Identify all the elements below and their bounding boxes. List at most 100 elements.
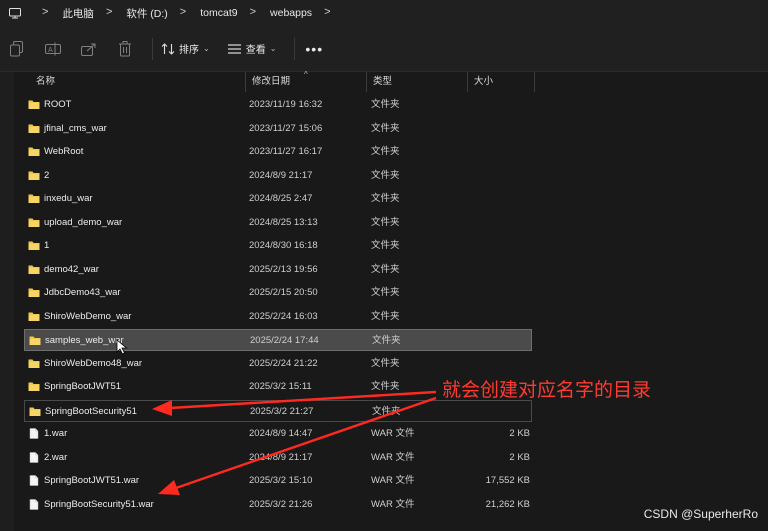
file-date: 2025/2/24 21:22	[249, 357, 318, 369]
file-date: 2025/2/15 20:50	[249, 287, 318, 298]
file-row[interactable]: 1.war 2024/8/9 14:47 WAR 文件 2 KB	[24, 423, 532, 445]
toolbar-divider	[152, 37, 153, 60]
folder-row[interactable]: ROOT 2023/11/19 16:32 文件夹	[24, 94, 532, 116]
file-type: 文件夹	[372, 405, 401, 417]
more-options-button[interactable]: •••	[305, 41, 323, 57]
file-name: upload_demo_war	[44, 216, 123, 228]
file-type: WAR 文件	[371, 498, 415, 510]
folder-row[interactable]: jfinal_cms_war 2023/11/27 15:06 文件夹	[24, 118, 532, 140]
file-date: 2023/11/27 16:17	[249, 146, 323, 157]
folder-row[interactable]: ShiroWebDemo_war 2025/2/24 16:03 文件夹	[24, 306, 532, 328]
file-date: 2023/11/19 16:32	[249, 99, 323, 110]
file-date: 2025/3/2 15:10	[249, 475, 313, 486]
breadcrumb-webapps[interactable]: webapps	[270, 7, 312, 19]
file-row[interactable]: SpringBootJWT51.war 2025/3/2 15:10 WAR 文件 1…	[24, 470, 532, 492]
file-date: 2024/8/9 14:47	[249, 428, 313, 439]
file-type: 文件夹	[371, 122, 400, 134]
file-type: 文件夹	[371, 310, 400, 322]
folder-icon	[28, 100, 40, 109]
file-date: 2024/8/25 13:13	[249, 216, 318, 228]
folder-row[interactable]: ShiroWebDemo48_war 2025/2/24 21:22 文件夹	[24, 353, 532, 375]
folder-row[interactable]: inxedu_war 2024/8/25 2:47 文件夹	[24, 188, 532, 210]
share-icon[interactable]	[80, 40, 98, 58]
folder-row[interactable]: JdbcDemo43_war 2025/2/15 20:50 文件夹	[24, 282, 532, 304]
folder-row[interactable]: 1 2024/8/30 16:18 文件夹	[24, 235, 532, 257]
folder-row[interactable]: WebRoot 2023/11/27 16:17 文件夹	[24, 141, 532, 163]
file-date: 2023/11/27 15:06	[249, 122, 323, 134]
file-size: 2 KB	[509, 428, 530, 439]
column-header-date[interactable]: 修改日期	[246, 72, 367, 92]
sort-icon	[161, 42, 175, 56]
file-date: 2025/3/2 21:26	[249, 498, 313, 510]
file-name: inxedu_war	[44, 193, 93, 204]
chevron-down-icon: ⌄	[269, 44, 277, 53]
chevron-right-icon[interactable]: >	[106, 6, 112, 18]
folder-icon	[28, 171, 40, 180]
toolbar-divider	[294, 37, 296, 60]
address-bar[interactable]: > 此电脑 > 软件 (D:) > tomcat9 > webapps >	[0, 0, 768, 26]
chevron-down-icon: ⌄	[203, 44, 210, 53]
folder-row[interactable]: demo42_war 2025/2/13 19:56 文件夹	[24, 259, 532, 281]
computer-icon[interactable]	[8, 7, 22, 19]
folder-icon	[28, 359, 40, 368]
mouse-cursor-icon	[116, 339, 128, 355]
file-name: 1	[44, 240, 50, 251]
column-header-name[interactable]: 名称	[30, 72, 246, 92]
file-type: 文件夹	[371, 381, 400, 392]
folder-icon	[28, 241, 40, 250]
folder-row[interactable]: 2 2024/8/9 21:17 文件夹	[24, 165, 532, 187]
file-name: WebRoot	[44, 146, 84, 157]
file-name: ROOT	[44, 99, 72, 110]
file-name: SpringBootSecurity51.war	[44, 498, 154, 510]
file-name: 1.war	[44, 428, 68, 439]
chevron-right-icon[interactable]: >	[250, 6, 256, 18]
file-type: 文件夹	[371, 287, 400, 298]
file-type: 文件夹	[371, 169, 400, 181]
view-icon	[228, 42, 242, 56]
file-name: jfinal_cms_war	[44, 122, 107, 134]
chevron-right-icon[interactable]: >	[324, 6, 330, 18]
watermark: CSDN @SuperherRo	[643, 507, 758, 521]
file-date: 2025/2/24 17:44	[250, 335, 319, 346]
file-date: 2025/3/2 15:11	[249, 381, 312, 392]
copy-icon[interactable]	[8, 40, 26, 58]
file-type: WAR 文件	[371, 475, 415, 486]
file-row[interactable]: SpringBootSecurity51.war 2025/3/2 21:26 WA…	[24, 494, 532, 516]
column-header-type-label: 类型	[373, 76, 393, 87]
file-row[interactable]: 2.war 2024/8/9 21:17 WAR 文件 2 KB	[24, 447, 532, 469]
column-header-name-label: 名称	[36, 76, 56, 87]
sort-button[interactable]: 排序 ⌄	[161, 41, 210, 56]
column-header-type[interactable]: 类型	[367, 72, 468, 92]
breadcrumb-this-pc[interactable]: 此电脑	[62, 6, 94, 21]
rename-icon[interactable]: A	[44, 40, 62, 58]
file-date: 2025/2/24 16:03	[249, 310, 318, 322]
file-name: SpringBootJWT51	[44, 381, 122, 392]
view-button-label: 查看	[245, 45, 266, 56]
column-header-size[interactable]: 大小	[468, 72, 535, 92]
chevron-right-icon[interactable]: >	[42, 6, 48, 18]
folder-icon	[28, 218, 40, 227]
file-name: 2.war	[44, 451, 68, 463]
file-icon	[29, 451, 39, 463]
view-button[interactable]: 查看 ⌄	[228, 41, 277, 56]
file-name: JdbcDemo43_war	[44, 287, 121, 298]
folder-row[interactable]: samples_web_war 2025/2/24 17:44 文件夹	[24, 329, 532, 351]
folder-icon	[28, 124, 40, 133]
file-date: 2024/8/30 16:18	[249, 240, 318, 251]
folder-icon	[28, 147, 40, 156]
folder-row[interactable]: SpringBootSecurity51 2025/3/2 21:27 文件夹	[24, 399, 532, 422]
folder-icon	[28, 382, 40, 391]
file-name: 2	[44, 169, 50, 181]
file-list: 名称 ^ 修改日期 类型 大小 ROOT 2023/11/19 16:32 文件夹 j…	[0, 70, 768, 531]
folder-row[interactable]: upload_demo_war 2024/8/25 13:13 文件夹	[24, 212, 532, 234]
file-date: 2025/3/2 21:27	[250, 405, 314, 417]
breadcrumb-tomcat9[interactable]: tomcat9	[200, 7, 237, 19]
file-type: 文件夹	[371, 99, 400, 110]
file-size: 21,262 KB	[485, 498, 530, 510]
folder-icon	[28, 194, 40, 203]
breadcrumb-drive-d[interactable]: 软件 (D:)	[126, 6, 167, 21]
chevron-right-icon[interactable]: >	[180, 6, 186, 18]
file-name: ShiroWebDemo48_war	[44, 357, 143, 369]
delete-icon[interactable]	[116, 40, 134, 58]
file-name: SpringBootJWT51.war	[44, 475, 140, 486]
